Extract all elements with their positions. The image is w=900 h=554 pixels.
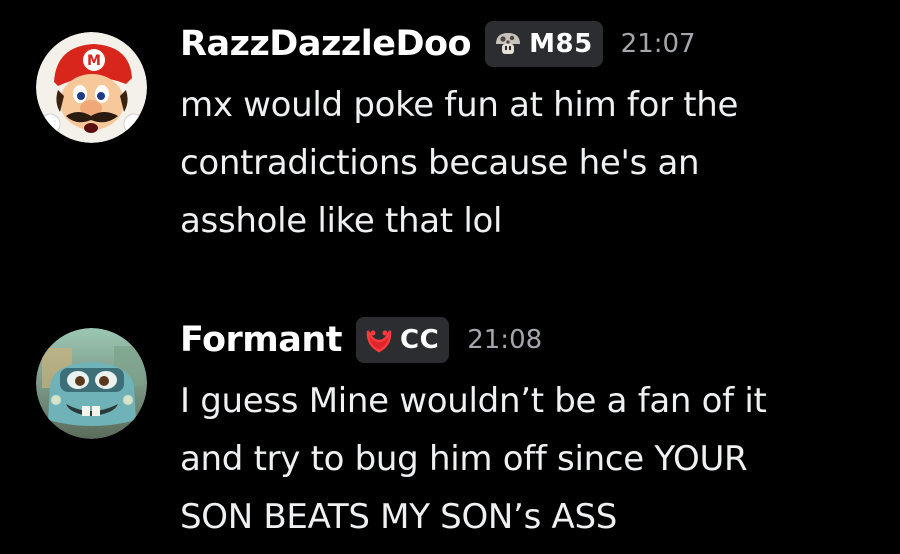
server-tag[interactable]: CC [356,317,450,363]
avatar[interactable]: M [36,32,147,143]
timestamp[interactable]: 21:07 [621,29,696,59]
message-line: asshole like that lol [180,201,503,241]
message-content: RazzDazzleDoo M85 21:07 mx would poke fu… [180,14,880,250]
message-line: and try to bug him off since YOUR [180,439,748,479]
tag-label: CC [400,325,440,355]
username[interactable]: Formant [180,320,343,360]
message-text: mx would poke fun at him for the contrad… [180,76,880,250]
message-line: mx would poke fun at him for the [180,85,739,125]
message-text: I guess Mine wouldn’t be a fan of it and… [180,372,880,546]
timestamp[interactable]: 21:08 [467,325,542,355]
message-header: Formant CC 21:08 [180,310,880,370]
svg-text:M: M [87,53,101,69]
message-header: RazzDazzleDoo M85 21:07 [180,14,880,74]
server-tag[interactable]: M85 [485,21,603,67]
username[interactable]: RazzDazzleDoo [180,24,472,64]
avatar[interactable] [36,328,147,439]
chat-log: M RazzDazzleDoo M85 21:07 mx would poke … [0,0,900,554]
message-line: I guess Mine wouldn’t be a fan of it [180,381,767,421]
red-ring-icon [366,330,392,353]
message-content: Formant CC 21:08 I guess Mine wouldn’t b… [180,310,880,546]
mario-avatar-icon: M [36,32,147,143]
tag-label: M85 [529,29,593,59]
message-line: contradictions because he's an [180,143,700,183]
tow-truck-avatar-icon [36,328,147,439]
mushroom-icon [496,33,521,54]
message-line: SON BEATS MY SON’s ASS [180,497,618,537]
